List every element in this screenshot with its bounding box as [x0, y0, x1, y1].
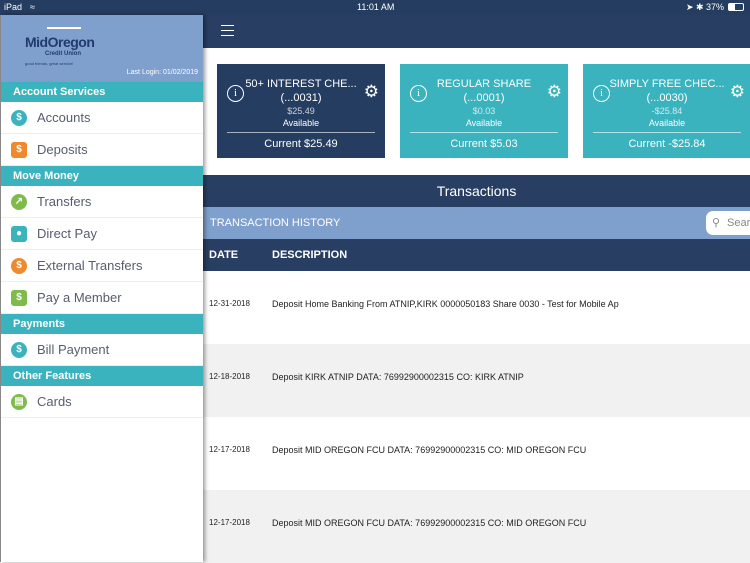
cards-icon: ▤ — [11, 394, 27, 410]
table-row[interactable]: 12-31-2018 Deposit Home Banking From ATNI… — [203, 271, 750, 344]
hand-cash-icon: $ — [11, 290, 27, 306]
clock: 11:01 AM — [357, 2, 395, 12]
table-row[interactable]: 12-17-2018 Deposit MID OREGON FCU DATA: 7… — [203, 490, 750, 563]
sidebar-item-direct-pay[interactable]: ● Direct Pay — [1, 218, 203, 250]
device-label: iPad — [4, 2, 23, 12]
gear-icon[interactable]: ⚙ — [547, 82, 562, 102]
sidebar-item-bill-payment[interactable]: $ Bill Payment — [1, 334, 203, 366]
sidebar-item-pay-a-member[interactable]: $ Pay a Member — [1, 282, 203, 314]
location-icon: ➤ — [686, 2, 694, 12]
house-dollar-icon: $ — [11, 142, 27, 158]
row-date: 12-18-2018 — [209, 372, 250, 381]
last-login: Last Login: 01/02/2019 — [126, 69, 198, 76]
sidebar-menu: Account Services $ Accounts $ Deposits Move M… — [1, 82, 203, 418]
available-label: Available — [648, 118, 686, 128]
table-header: DATE DESCRIPTION — [203, 239, 750, 271]
sidebar-item-label: Direct Pay — [37, 226, 97, 241]
external-transfer-icon: $ — [11, 258, 27, 274]
column-date: DATE — [209, 249, 239, 261]
transfer-arrows-icon: ↗ — [11, 194, 27, 210]
history-label: TRANSACTION HISTORY — [210, 217, 341, 229]
section-header: Other Features — [1, 366, 203, 386]
sidebar: MidOregon Credit Union good friends, gre… — [0, 15, 203, 562]
sidebar-item-cards[interactable]: ▤ Cards — [1, 386, 203, 418]
gear-icon[interactable]: ⚙ — [364, 82, 379, 102]
sidebar-item-label: Pay a Member — [37, 290, 122, 305]
info-icon[interactable]: i — [410, 85, 427, 102]
transaction-list: 12-31-2018 Deposit Home Banking From ATNI… — [203, 271, 750, 563]
sidebar-item-label: External Transfers — [37, 258, 143, 273]
top-bar — [203, 15, 750, 48]
current-balance: Current $5.03 — [450, 138, 518, 150]
bluetooth-icon: ✱ — [696, 2, 704, 12]
main-panel: i ⚙ 50+ INTEREST CHE... (...0031) $25.49 … — [203, 15, 750, 563]
divider — [593, 132, 741, 133]
info-icon[interactable]: i — [227, 85, 244, 102]
sidebar-item-deposits[interactable]: $ Deposits — [1, 134, 203, 166]
menu-icon[interactable] — [221, 25, 234, 36]
available-balance: $25.49 — [287, 106, 315, 116]
table-row[interactable]: 12-17-2018 Deposit MID OREGON FCU DATA: 7… — [203, 417, 750, 490]
sidebar-item-label: Transfers — [37, 194, 92, 209]
sidebar-item-transfers[interactable]: ↗ Transfers — [1, 186, 203, 218]
logo-area: MidOregon Credit Union good friends, gre… — [1, 15, 203, 82]
section-header: Payments — [1, 314, 203, 334]
row-description: Deposit MID OREGON FCU DATA: 76992900002… — [272, 518, 587, 528]
logo: MidOregon — [25, 34, 95, 50]
row-description: Deposit Home Banking From ATNIP,KIRK 000… — [272, 299, 619, 309]
current-balance: Current -$25.84 — [628, 138, 706, 150]
section-header: Account Services — [1, 82, 203, 102]
logo-tagline: good friends, great service! — [25, 61, 74, 66]
search-input[interactable]: ⚲Search — [706, 211, 750, 235]
search-icon: ⚲ — [712, 217, 721, 229]
row-date: 12-17-2018 — [209, 445, 250, 454]
current-balance: Current $25.49 — [264, 138, 338, 150]
info-icon[interactable]: i — [593, 85, 610, 102]
bill-icon: $ — [11, 342, 27, 358]
row-description: Deposit MID OREGON FCU DATA: 76992900002… — [272, 445, 587, 455]
sidebar-item-label: Cards — [37, 394, 72, 409]
available-balance: $0.03 — [472, 106, 496, 116]
sidebar-item-label: Bill Payment — [37, 342, 110, 357]
available-balance: -$25.84 — [651, 106, 683, 116]
money-bag-icon: $ — [11, 110, 27, 126]
divider — [410, 132, 558, 133]
section-header: Move Money — [1, 166, 203, 186]
account-card[interactable]: i ⚙ 50+ INTEREST CHE... (...0031) $25.49 … — [217, 64, 385, 158]
wifi-icon: ≈ — [30, 2, 35, 12]
sidebar-item-label: Deposits — [37, 142, 88, 157]
table-row[interactable]: 12-18-2018 Deposit KIRK ATNIP DATA: 76992… — [203, 344, 750, 417]
row-date: 12-31-2018 — [209, 299, 250, 308]
available-label: Available — [465, 118, 503, 128]
battery-percent: 37% — [706, 2, 725, 12]
logo-subtitle: Credit Union — [45, 51, 81, 57]
gear-icon[interactable]: ⚙ — [730, 82, 745, 102]
divider — [227, 132, 375, 133]
row-description: Deposit KIRK ATNIP DATA: 76992900002315 … — [272, 372, 524, 382]
hand-coin-icon: ● — [11, 226, 27, 242]
sidebar-item-label: Accounts — [37, 110, 91, 125]
row-date: 12-17-2018 — [209, 518, 250, 527]
transaction-history-bar: TRANSACTION HISTORY ⚲Search — [203, 207, 750, 239]
account-cards: i ⚙ 50+ INTEREST CHE... (...0031) $25.49 … — [203, 48, 750, 175]
sidebar-item-external-transfers[interactable]: $ External Transfers — [1, 250, 203, 282]
transactions-title: Transactions — [203, 175, 750, 207]
available-label: Available — [282, 118, 320, 128]
battery-icon — [728, 3, 744, 11]
column-description: DESCRIPTION — [272, 249, 348, 261]
account-card[interactable]: i ⚙ REGULAR SHARE (...0001) $0.03 Availab… — [400, 64, 568, 158]
sidebar-item-accounts[interactable]: $ Accounts — [1, 102, 203, 134]
account-card[interactable]: i ⚙ SIMPLY FREE CHEC... (...0030) -$25.84… — [583, 64, 750, 158]
status-bar: iPad ≈ 11:01 AM ➤ ✱ 37% — [0, 0, 750, 15]
